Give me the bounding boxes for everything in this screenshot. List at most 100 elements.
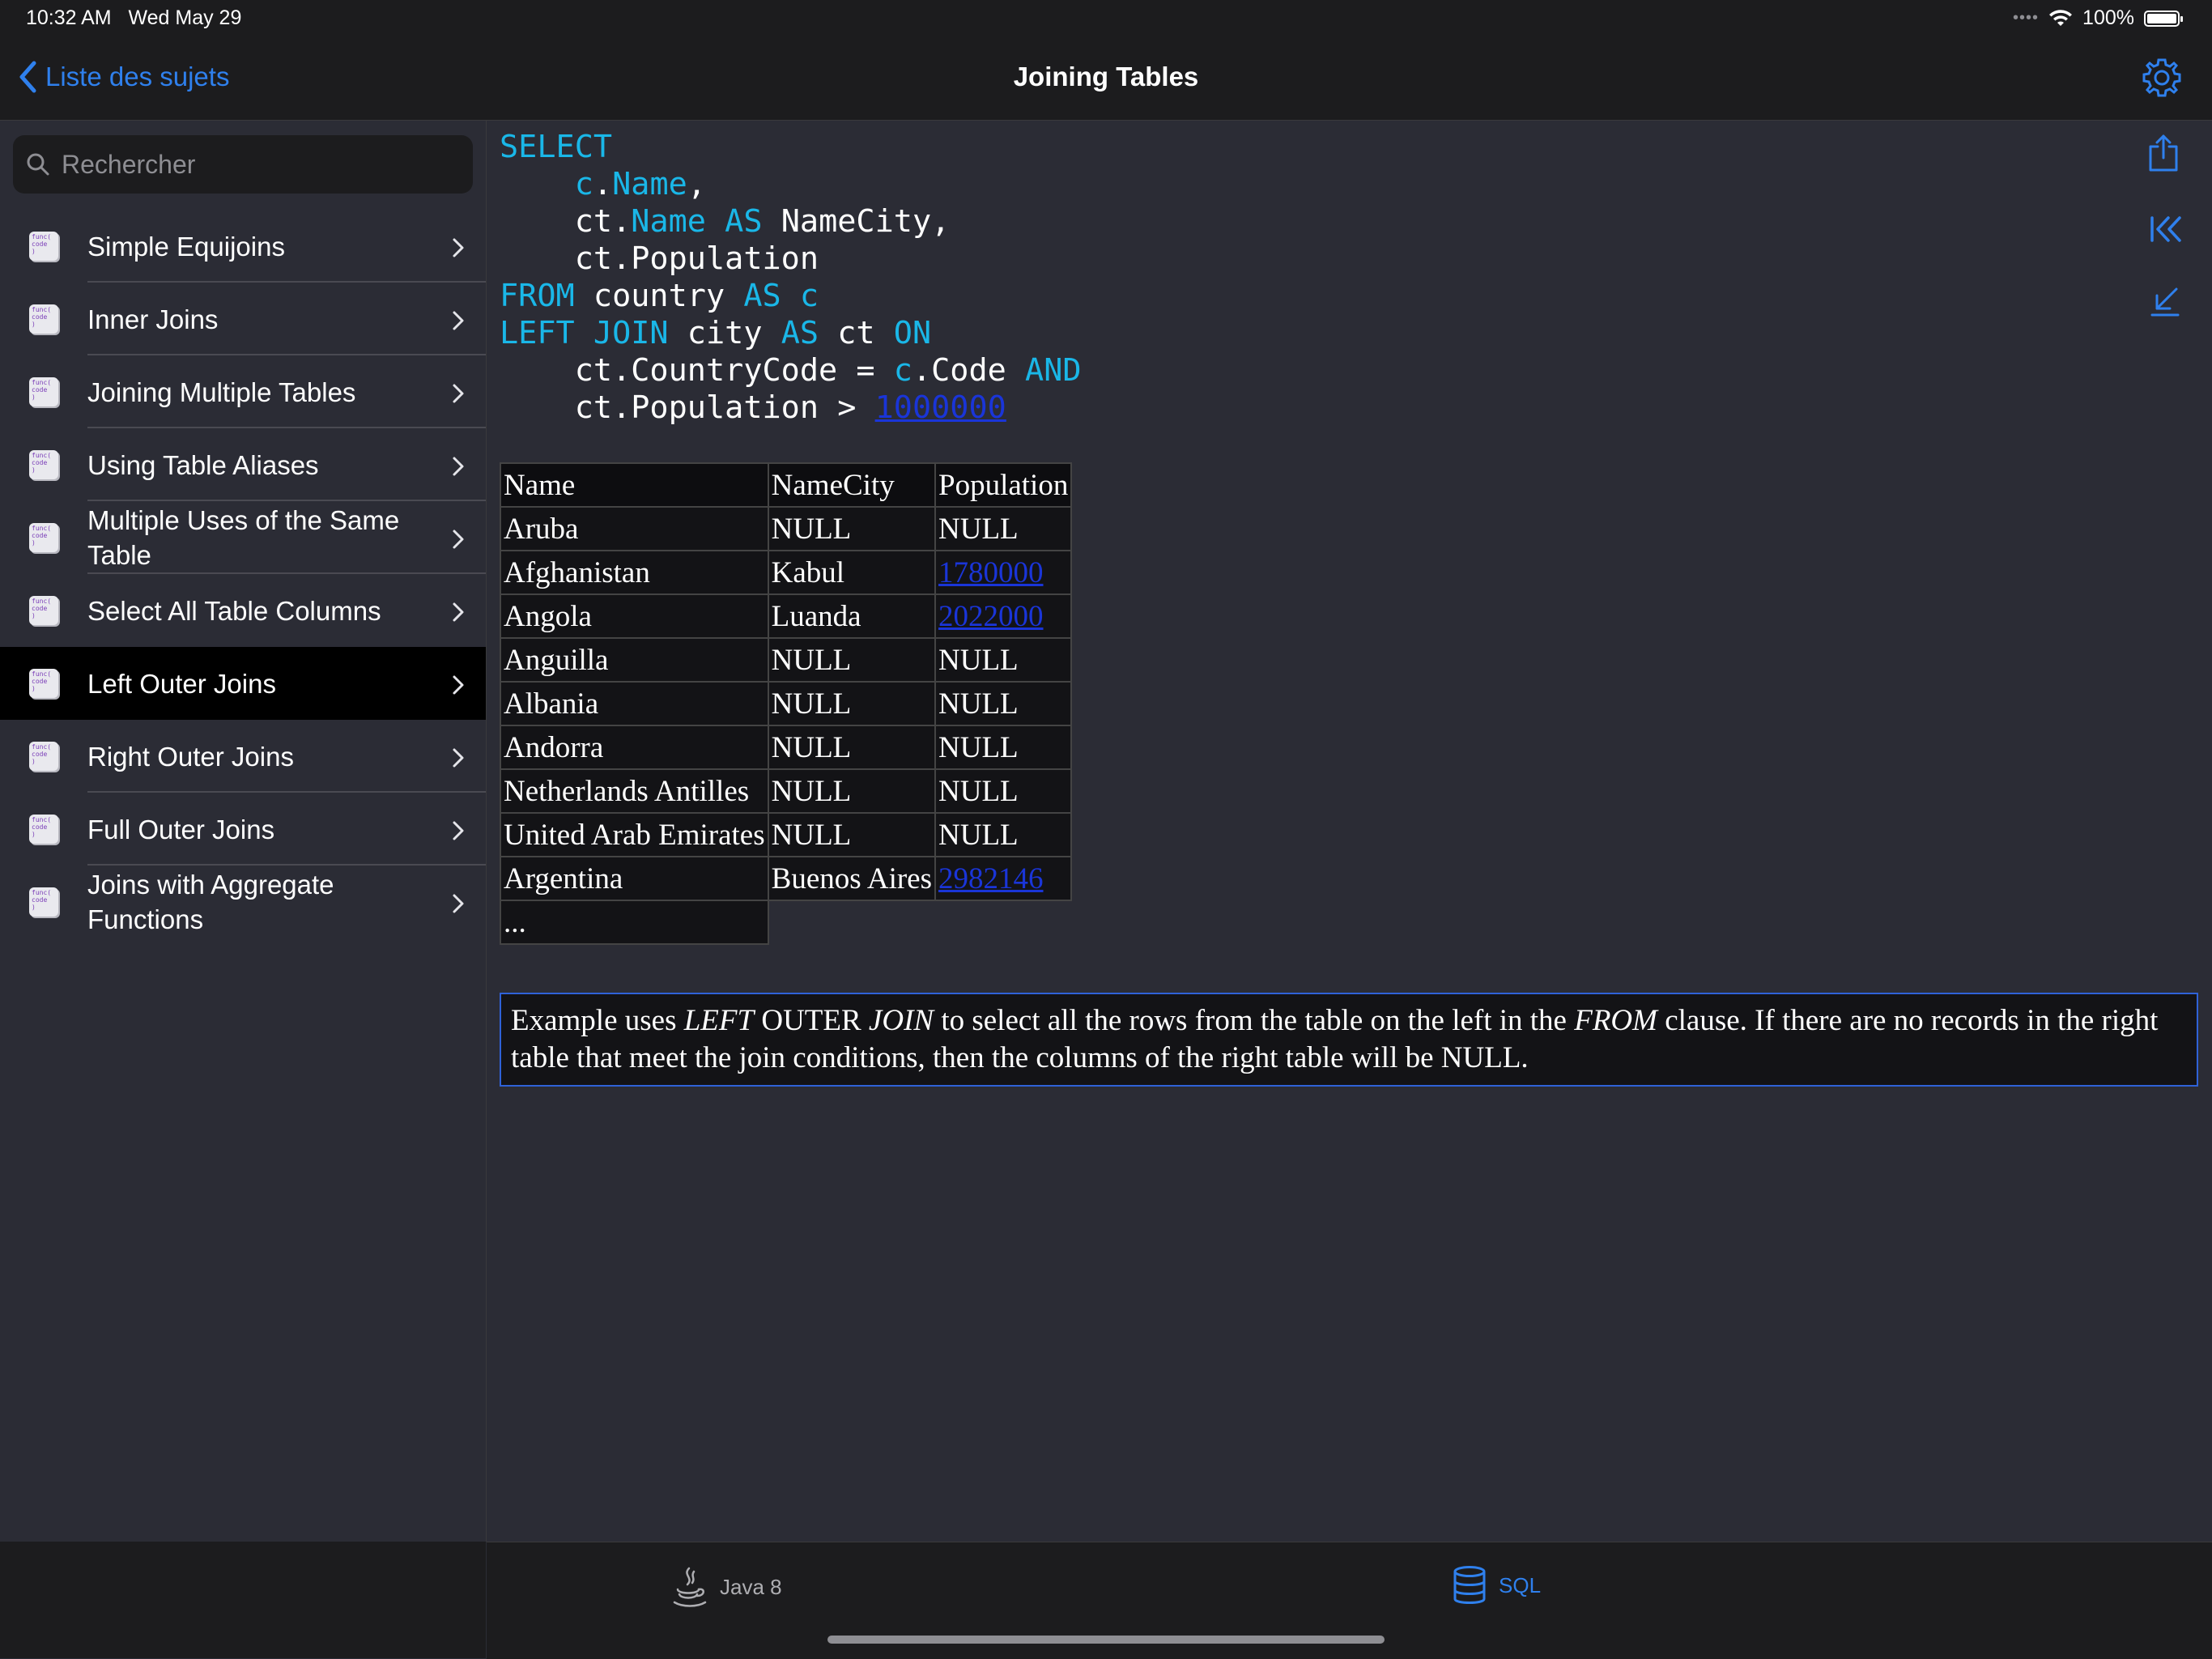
battery-icon	[2144, 10, 2183, 27]
jump-to-start-icon[interactable]	[2147, 213, 2183, 245]
wifi-icon	[2049, 9, 2073, 26]
table-row: Netherlands Antilles NULL NULL	[500, 768, 1073, 814]
topic-list-item[interactable]: func( code ) Right Outer Joins	[0, 720, 486, 793]
sql-keyword: Name	[631, 203, 706, 240]
table-header-row: Name NameCity Population	[500, 462, 1073, 508]
sql-text: ct.Population	[500, 240, 819, 277]
table-cell: Buenos Aires	[767, 856, 937, 901]
table-row-ellipsis: ...	[500, 900, 1071, 945]
sql-keyword: LEFT JOIN	[500, 315, 669, 351]
topic-list-item[interactable]: func( code ) Using Table Aliases	[0, 428, 486, 501]
table-cell: Aruba	[500, 506, 769, 551]
empty-cell	[935, 900, 1071, 944]
sql-text: ct	[819, 315, 894, 351]
search-bar[interactable]	[13, 135, 473, 194]
time-text: 10:32 AM	[26, 6, 112, 29]
table-row: United Arab Emirates NULL NULL	[500, 812, 1073, 857]
column-header: NameCity	[767, 462, 937, 508]
sql-number-link[interactable]: 1000000	[875, 389, 1006, 426]
sql-text: ct.Population >	[500, 389, 875, 426]
navigation-bar: Liste des sujets Joining Tables	[0, 39, 2212, 121]
sql-keyword: AND	[1025, 352, 1082, 389]
topic-list-item[interactable]: func( code ) Full Outer Joins	[0, 793, 486, 866]
home-indicator[interactable]	[827, 1636, 1385, 1644]
chevron-right-icon	[453, 530, 464, 549]
table-cell: NULL	[767, 725, 937, 770]
sql-keyword: Name	[612, 166, 687, 202]
topic-list-item[interactable]: func( code ) Joining Multiple Tables	[0, 355, 486, 428]
code-file-icon: func( code )	[29, 815, 58, 844]
topic-label: Left Outer Joins	[87, 668, 276, 699]
code-file-icon: func( code )	[29, 669, 58, 698]
topic-label: Simple Equijoins	[87, 231, 285, 262]
table-cell: NULL	[767, 812, 937, 857]
minimize-icon[interactable]	[2147, 286, 2183, 318]
share-icon[interactable]	[2147, 134, 2180, 172]
status-bar: 10:32 AM Wed May 29 •••• 100%	[0, 0, 2212, 39]
chevron-right-icon	[453, 821, 464, 840]
code-file-icon: func( code )	[29, 887, 58, 917]
table-cell: NULL	[934, 506, 1073, 551]
sql-text: country	[574, 278, 744, 314]
settings-button[interactable]	[2141, 57, 2183, 103]
table-cell: Kabul	[767, 550, 937, 595]
search-icon	[27, 153, 49, 176]
code-file-icon: func( code )	[29, 742, 58, 771]
chevron-right-icon	[453, 894, 464, 913]
chevron-right-icon	[453, 748, 464, 768]
sql-keyword: FROM	[500, 278, 575, 314]
table-row: Argentina Buenos Aires 2982146	[500, 856, 1073, 901]
topic-list-item[interactable]: func( code ) Joins with Aggregate Functio…	[0, 866, 486, 938]
sql-keyword: AS	[781, 315, 819, 351]
table-cell: NULL	[934, 681, 1073, 726]
side-toolbar	[2147, 134, 2183, 318]
search-input[interactable]	[60, 148, 452, 181]
sql-keyword: AS	[743, 278, 781, 314]
result-table: Name NameCity Population Aruba NULL NULL Af…	[500, 462, 1073, 945]
empty-cell	[768, 900, 935, 944]
topic-list-item[interactable]: func( code ) Multiple Uses of the Same Ta…	[0, 501, 486, 574]
sql-keyword: AS	[725, 203, 763, 240]
emphasis-text: LEFT	[683, 1004, 755, 1037]
table-cell-link[interactable]: 2982146	[934, 856, 1073, 901]
tab-sql[interactable]: SQL	[1452, 1565, 1541, 1606]
topic-label: Full Outer Joins	[87, 814, 275, 844]
page-title: Joining Tables	[1013, 62, 1199, 91]
topic-label: Using Table Aliases	[87, 449, 319, 480]
tab-java-8[interactable]: Java 8	[671, 1565, 782, 1609]
table-cell: NULL	[934, 725, 1073, 770]
chevron-right-icon	[453, 311, 464, 330]
note-text: OUTER	[754, 1004, 869, 1037]
table-cell: Netherlands Antilles	[500, 768, 769, 814]
note-text: to select all the rows from the table on…	[934, 1004, 1575, 1037]
battery-percent: 100%	[2082, 6, 2134, 29]
table-cell-link[interactable]: 2022000	[934, 593, 1073, 639]
sidebar-bottom-bar	[0, 1542, 486, 1658]
chevron-right-icon	[453, 238, 464, 257]
topic-label: Select All Table Columns	[87, 595, 381, 626]
topic-list-item[interactable]: func( code ) Left Outer Joins	[0, 647, 486, 720]
java-cup-icon	[673, 1567, 707, 1607]
topic-list-item[interactable]: func( code ) Simple Equijoins	[0, 210, 486, 283]
code-file-icon: func( code )	[29, 596, 58, 625]
topic-label: Inner Joins	[87, 304, 219, 334]
status-time: 10:32 AM Wed May 29	[26, 6, 241, 30]
tab-label: Java 8	[720, 1574, 782, 1599]
sql-keyword: c	[893, 352, 912, 389]
code-file-icon: func( code )	[29, 523, 58, 552]
code-file-icon: func( code )	[29, 304, 58, 334]
sql-text: ct.	[500, 203, 632, 240]
sql-text: .Code	[912, 352, 1026, 389]
topic-list-item[interactable]: func( code ) Select All Table Columns	[0, 574, 486, 647]
topic-label: Multiple Uses of the Same Table	[87, 505, 400, 570]
table-row: Albania NULL NULL	[500, 681, 1073, 726]
sql-text: .	[593, 166, 613, 202]
topic-label: Joins with Aggregate Functions	[87, 870, 334, 934]
tab-label: SQL	[1499, 1572, 1542, 1597]
table-cell-link[interactable]: 1780000	[934, 550, 1073, 595]
note-text: Example uses	[511, 1004, 684, 1037]
table-cell: Argentina	[500, 856, 769, 901]
topic-list-item[interactable]: func( code ) Inner Joins	[0, 283, 486, 355]
